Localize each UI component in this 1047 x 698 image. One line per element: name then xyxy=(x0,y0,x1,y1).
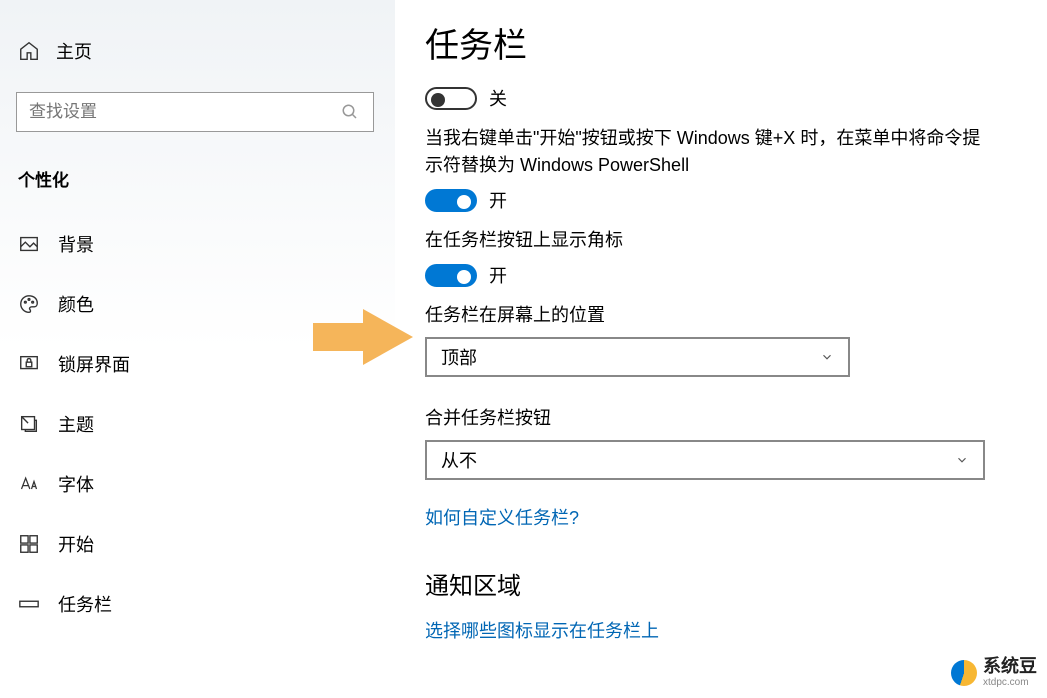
sidebar-item-label: 颜色 xyxy=(58,291,94,317)
taskbar-position-label: 任务栏在屏幕上的位置 xyxy=(425,302,985,329)
toggle-row-3: 开 xyxy=(425,262,1017,288)
themes-icon xyxy=(18,413,40,435)
toggle-row-1: 关 xyxy=(425,85,1017,111)
combine-buttons-label: 合并任务栏按钮 xyxy=(425,405,985,432)
fonts-icon xyxy=(18,473,40,495)
sidebar-item-start[interactable]: 开始 xyxy=(0,515,395,575)
setting-desc-powershell: 当我右键单击"开始"按钮或按下 Windows 键+X 时，在菜单中将命令提示符… xyxy=(425,125,985,179)
sidebar-item-colors[interactable]: 颜色 xyxy=(0,275,395,335)
sidebar-item-label: 背景 xyxy=(58,231,94,257)
search-icon xyxy=(341,103,359,121)
start-icon xyxy=(18,533,40,555)
toggle-2-state: 开 xyxy=(489,187,507,213)
home-icon xyxy=(18,40,40,62)
chevron-down-icon xyxy=(955,453,969,467)
sidebar-item-label: 主题 xyxy=(58,411,94,437)
taskbar-icon xyxy=(18,593,40,615)
sidebar: 主页 个性化 背景 颜色 xyxy=(0,0,395,698)
select-icons-link[interactable]: 选择哪些图标显示在任务栏上 xyxy=(425,617,1017,643)
combine-buttons-value: 从不 xyxy=(441,447,477,473)
search-input[interactable] xyxy=(16,92,374,132)
watermark-url: xtdpc.com xyxy=(983,677,1037,688)
toggle-row-2: 开 xyxy=(425,187,1017,213)
sidebar-item-label: 锁屏界面 xyxy=(58,351,130,377)
toggle-1[interactable] xyxy=(425,87,477,110)
setting-desc-badges: 在任务栏按钮上显示角标 xyxy=(425,227,985,254)
search-field[interactable] xyxy=(29,102,361,122)
home-button[interactable]: 主页 xyxy=(0,28,395,74)
toggle-1-state: 关 xyxy=(489,85,507,111)
home-label: 主页 xyxy=(56,38,92,64)
sidebar-item-label: 字体 xyxy=(58,471,94,497)
sidebar-item-background[interactable]: 背景 xyxy=(0,215,395,275)
section-header-personalization: 个性化 xyxy=(0,156,395,215)
sidebar-item-taskbar[interactable]: 任务栏 xyxy=(0,575,395,635)
sidebar-item-label: 开始 xyxy=(58,531,94,557)
toggle-3[interactable] xyxy=(425,264,477,287)
taskbar-position-value: 顶部 xyxy=(441,344,477,370)
sidebar-item-themes[interactable]: 主题 xyxy=(0,395,395,455)
sidebar-item-lock-screen[interactable]: 锁屏界面 xyxy=(0,335,395,395)
image-icon xyxy=(18,233,40,255)
main-content: 任务栏 关 当我右键单击"开始"按钮或按下 Windows 键+X 时，在菜单中… xyxy=(395,0,1047,698)
watermark-name: 系统豆 xyxy=(983,657,1037,677)
combine-buttons-select[interactable]: 从不 xyxy=(425,440,985,480)
chevron-down-icon xyxy=(820,350,834,364)
watermark: 系统豆 xtdpc.com xyxy=(951,657,1037,688)
taskbar-position-select[interactable]: 顶部 xyxy=(425,337,850,377)
notification-area-header: 通知区域 xyxy=(425,566,1017,601)
toggle-2[interactable] xyxy=(425,189,477,212)
sidebar-item-label: 任务栏 xyxy=(58,591,112,617)
palette-icon xyxy=(18,293,40,315)
sidebar-item-fonts[interactable]: 字体 xyxy=(0,455,395,515)
toggle-3-state: 开 xyxy=(489,262,507,288)
customize-taskbar-link[interactable]: 如何自定义任务栏? xyxy=(425,504,1017,530)
lock-screen-icon xyxy=(18,353,40,375)
watermark-logo-icon xyxy=(951,660,977,686)
page-title: 任务栏 xyxy=(425,18,1017,67)
